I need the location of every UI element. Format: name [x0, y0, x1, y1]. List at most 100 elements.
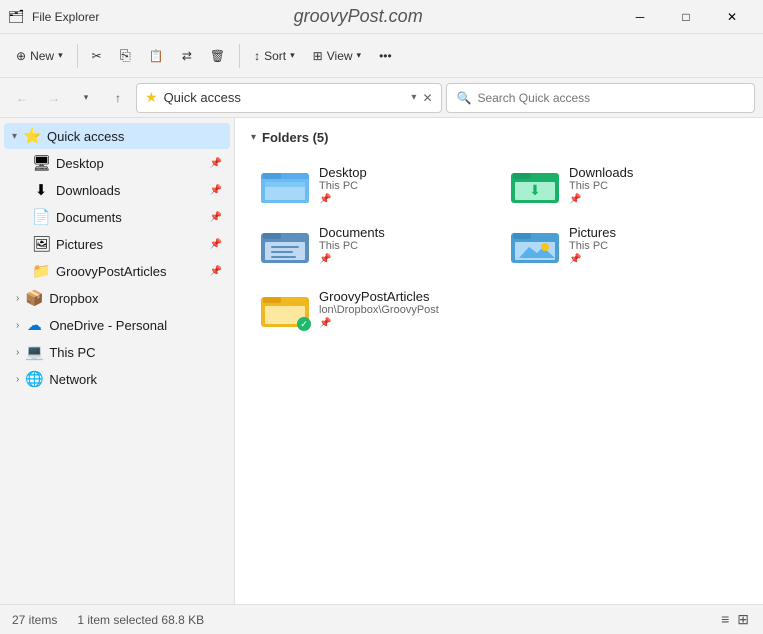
app-title: File Explorer [32, 10, 99, 24]
address-input[interactable]: ★ Quick access ▾ ✕ [136, 83, 442, 113]
cut-button[interactable]: ✂ [84, 45, 110, 67]
quick-access-label: Quick access [47, 129, 222, 144]
svg-text:⬇: ⬇ [529, 182, 541, 198]
sidebar-item-groovypost[interactable]: 📁 GroovyPostArticles 📌 [4, 258, 230, 284]
pictures-folder-info: Pictures This PC 📌 [569, 225, 616, 265]
desktop-icon: 🖥 [32, 154, 50, 172]
sidebar-item-documents[interactable]: 📄 Documents 📌 [4, 204, 230, 230]
sidebar-groovypost-label: GroovyPostArticles [56, 264, 204, 279]
close-button[interactable]: ✕ [709, 0, 755, 34]
maximize-button[interactable]: □ [663, 0, 709, 34]
forward-button[interactable]: → [40, 84, 68, 112]
expand-icon: ▾ [12, 131, 17, 142]
copy-icon: ⎘ [120, 47, 131, 64]
documents-icon: 📄 [32, 208, 50, 226]
expand-icon-onedrive: › [16, 320, 19, 331]
delete-button[interactable]: 🗑 [202, 45, 233, 67]
title-bar: 🗂 File Explorer groovyPost.com ─ □ ✕ [0, 0, 763, 34]
toolbar-separator-2 [239, 44, 240, 68]
pin-icon-4: 📌 [210, 239, 222, 250]
delete-icon: 🗑 [210, 49, 225, 63]
toolbar-separator-1 [77, 44, 78, 68]
search-box[interactable]: 🔍 [446, 83, 756, 113]
documents-folder-info: Documents This PC 📌 [319, 225, 385, 265]
folder-item-pictures[interactable]: Pictures This PC 📌 [501, 217, 747, 273]
quick-access-header[interactable]: ▾ ⭐ Quick access [4, 123, 230, 149]
main-container: ▾ ⭐ Quick access 🖥 Desktop 📌 ⬇ Downloads… [0, 118, 763, 604]
search-input[interactable] [477, 91, 744, 105]
expand-icon-thispc: › [16, 347, 19, 358]
sidebar-desktop-label: Desktop [56, 156, 204, 171]
status-bar: 27 items 1 item selected 68.8 KB ≡ ⊞ [0, 604, 763, 634]
favorite-star-icon: ★ [145, 89, 158, 106]
grid-view-button[interactable]: ⊞ [735, 609, 751, 630]
folder-item-documents[interactable]: Documents This PC 📌 [251, 217, 497, 273]
address-chevron-icon: ▾ [411, 92, 416, 103]
sidebar-item-thispc[interactable]: › 💻 This PC [4, 339, 230, 365]
sidebar-item-onedrive[interactable]: › ☁ OneDrive - Personal [4, 312, 230, 338]
folder-item-downloads[interactable]: ⬇ Downloads This PC 📌 [501, 157, 747, 213]
sort-button[interactable]: ↕ Sort ▾ [246, 45, 303, 67]
sidebar-pictures-label: Pictures [56, 237, 204, 252]
paste-icon: 📋 [149, 49, 164, 63]
back-button[interactable]: ← [8, 84, 36, 112]
pin-icon-2: 📌 [210, 185, 222, 196]
dropdown-recent-button[interactable]: ▾ [72, 84, 100, 112]
address-text: Quick access [164, 90, 406, 105]
status-views: ≡ ⊞ [719, 609, 751, 630]
search-icon: 🔍 [457, 91, 472, 105]
thispc-icon: 💻 [25, 343, 43, 361]
up-button[interactable]: ↑ [104, 84, 132, 112]
folder-icon: 📁 [32, 262, 50, 280]
documents-folder-icon [261, 225, 309, 265]
paste-button[interactable]: 📋 [141, 45, 172, 67]
quick-access-icon: ⭐ [23, 127, 41, 145]
sidebar-documents-label: Documents [56, 210, 204, 225]
folders-grid: Desktop This PC 📌 ⬇ Downloads This PC 📌 [251, 157, 747, 273]
downloads-icon: ⬇ [32, 181, 50, 199]
sidebar-thispc-label: This PC [49, 345, 222, 360]
sidebar-item-downloads[interactable]: ⬇ Downloads 📌 [4, 177, 230, 203]
folder-item-desktop[interactable]: Desktop This PC 📌 [251, 157, 497, 213]
folder-item-groovypost[interactable]: ✓ GroovyPostArticles lon\Dropbox\GroovyP… [251, 281, 591, 337]
title-bar-left: 🗂 File Explorer [8, 9, 99, 25]
new-button[interactable]: ⊕ New ▾ [8, 45, 71, 67]
view-button[interactable]: ⊞ View ▾ [305, 45, 369, 67]
network-icon: 🌐 [25, 370, 43, 388]
new-dropdown-icon: ▾ [58, 50, 63, 61]
sidebar-dropbox-label: Dropbox [49, 291, 222, 306]
downloads-folder-info: Downloads This PC 📌 [569, 165, 633, 205]
copy-button[interactable]: ⎘ [112, 43, 139, 68]
desktop-folder-icon [261, 165, 309, 205]
item-count: 27 items [12, 613, 57, 627]
move-button[interactable]: ⇄ [174, 45, 200, 67]
sidebar-item-desktop[interactable]: 🖥 Desktop 📌 [4, 150, 230, 176]
sidebar-item-network[interactable]: › 🌐 Network [4, 366, 230, 392]
pictures-icon: 🖼 [32, 235, 50, 253]
more-icon: ••• [379, 49, 392, 63]
sidebar-item-dropbox[interactable]: › 📦 Dropbox [4, 285, 230, 311]
sidebar-item-pictures[interactable]: 🖼 Pictures 📌 [4, 231, 230, 257]
minimize-button[interactable]: ─ [617, 0, 663, 34]
sidebar-downloads-label: Downloads [56, 183, 204, 198]
dropbox-icon: 📦 [25, 289, 43, 307]
desktop-folder-info: Desktop This PC 📌 [319, 165, 367, 205]
sidebar-onedrive-label: OneDrive - Personal [49, 318, 222, 333]
folders-chevron-icon[interactable]: ▾ [251, 132, 256, 143]
more-button[interactable]: ••• [371, 45, 400, 67]
title-bar-controls: ─ □ ✕ [617, 0, 755, 34]
selected-info: 1 item selected 68.8 KB [77, 613, 204, 627]
content-area: ▾ Folders (5) Desktop This PC 📌 [235, 118, 763, 604]
address-close-icon[interactable]: ✕ [422, 91, 432, 105]
pin-icon: 📌 [210, 158, 222, 169]
pin-icon-3: 📌 [210, 212, 222, 223]
pictures-folder-icon [511, 225, 559, 265]
groovypost-folder-info: GroovyPostArticles lon\Dropbox\GroovyPos… [319, 289, 439, 329]
expand-icon-dropbox: › [16, 293, 19, 304]
cut-icon: ✂ [92, 49, 102, 63]
folders-header: ▾ Folders (5) [251, 130, 747, 145]
downloads-folder-icon: ⬇ [511, 165, 559, 205]
list-view-button[interactable]: ≡ [719, 609, 731, 630]
sort-icon: ↕ [254, 49, 260, 63]
folders-title: Folders (5) [262, 130, 328, 145]
